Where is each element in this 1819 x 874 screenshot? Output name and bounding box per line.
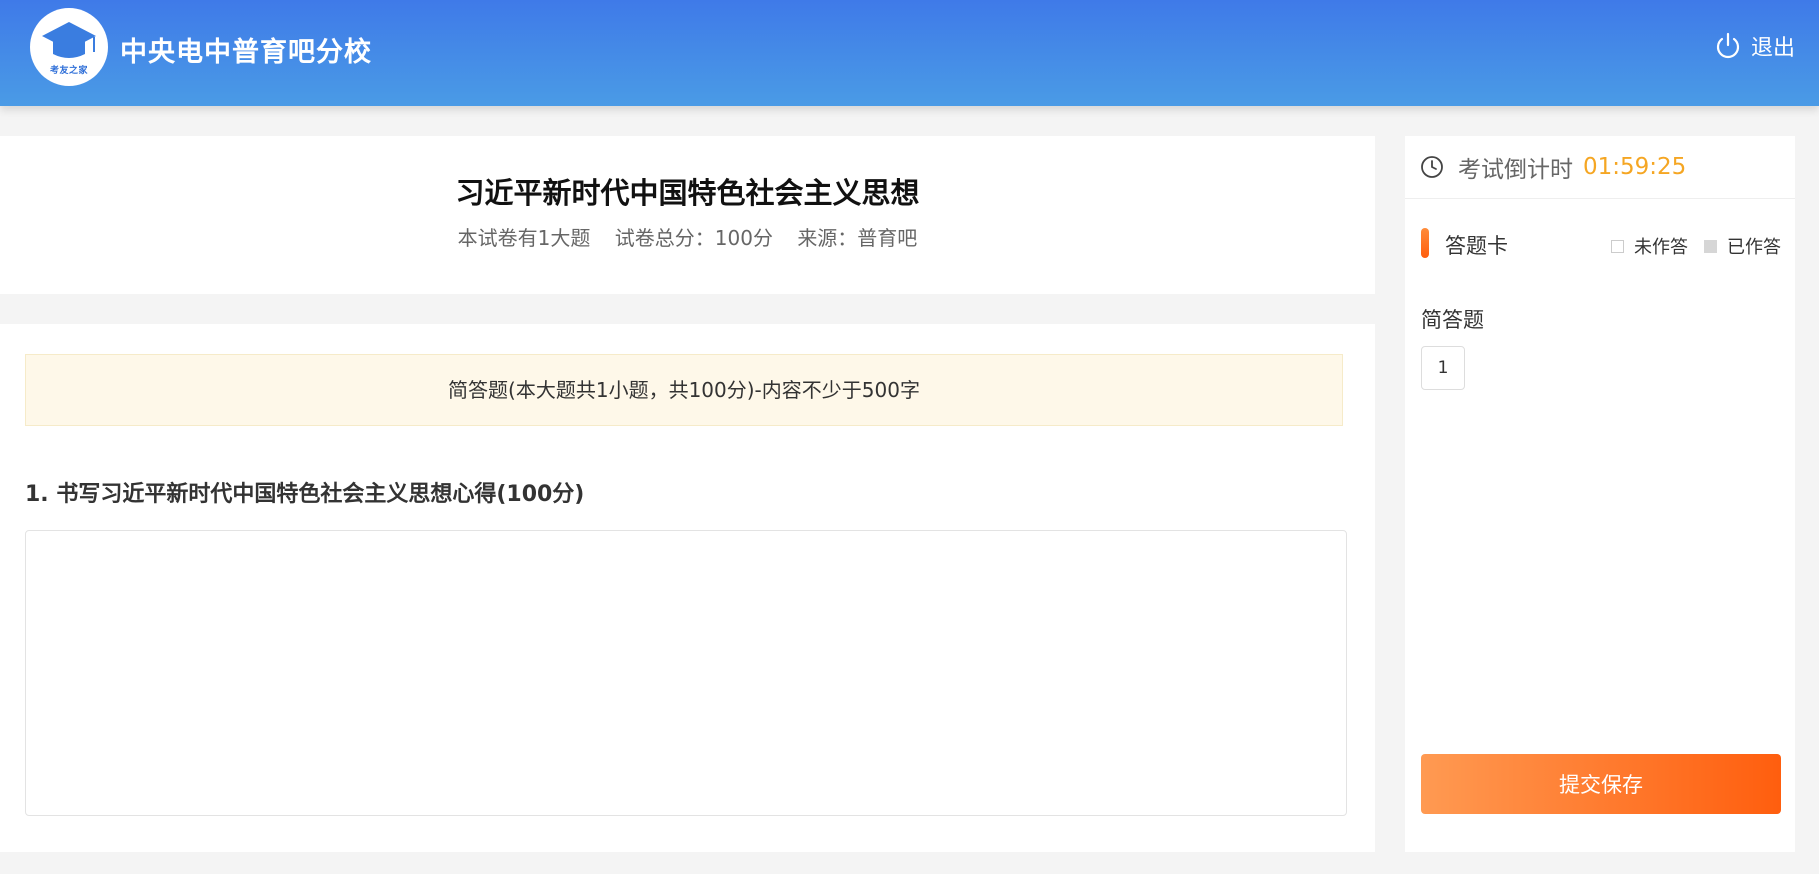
paper-info-panel: 习近平新时代中国特色社会主义思想 本试卷有1大题 试卷总分：100分 来源：普育… <box>0 136 1375 294</box>
meta-question-count: 本试卷有1大题 <box>457 226 591 250</box>
timer-label: 考试倒计时 <box>1458 157 1573 183</box>
answer-textarea[interactable] <box>25 530 1347 816</box>
answer-sidebar: 考试倒计时 01:59:25 答题卡 未作答 已作答 简答题 1 提交保存 <box>1405 136 1795 852</box>
answer-legend: 未作答 已作答 <box>1595 233 1781 259</box>
logout-label: 退出 <box>1750 36 1795 61</box>
legend-unanswered: 未作答 <box>1611 233 1688 259</box>
answered-swatch <box>1704 239 1717 253</box>
accent-bar <box>1421 228 1429 258</box>
clock-icon <box>1421 156 1443 178</box>
section-banner: 简答题(本大题共1小题，共100分)-内容不少于500字 <box>25 354 1343 426</box>
legend-answered: 已作答 <box>1704 233 1781 259</box>
countdown-timer: 考试倒计时 01:59:25 <box>1405 136 1795 199</box>
top-header: 考友之家 中央电中普育吧分校 退出 <box>0 0 1819 106</box>
logo-text: 考友之家 <box>49 66 88 76</box>
site-name: 中央电中普育吧分校 <box>120 37 372 68</box>
paper-title: 习近平新时代中国特色社会主义思想 <box>455 176 920 210</box>
logout-button[interactable]: 退出 <box>1713 30 1795 62</box>
question-title: 1. 书写习近平新时代中国特色社会主义思想心得(100分) <box>25 482 585 507</box>
question-type-label: 简答题 <box>1421 308 1484 332</box>
timer-value: 01:59:25 <box>1583 154 1687 180</box>
paper-meta: 本试卷有1大题 试卷总分：100分 来源：普育吧 <box>0 222 1375 251</box>
unanswered-swatch <box>1611 239 1624 253</box>
legend-unanswered-label: 未作答 <box>1634 237 1688 258</box>
meta-source: 来源：普育吧 <box>797 226 918 250</box>
question-number-button[interactable]: 1 <box>1421 346 1465 390</box>
answer-card-header: 答题卡 未作答 已作答 <box>1421 228 1781 260</box>
answer-card-title: 答题卡 <box>1445 234 1508 258</box>
power-icon <box>1716 32 1740 59</box>
question-panel: 简答题(本大题共1小题，共100分)-内容不少于500字 1. 书写习近平新时代… <box>0 324 1375 852</box>
meta-total-score: 试卷总分：100分 <box>614 226 773 250</box>
submit-save-button[interactable]: 提交保存 <box>1421 754 1781 814</box>
legend-answered-label: 已作答 <box>1727 237 1781 258</box>
logo: 考友之家 <box>30 8 108 86</box>
